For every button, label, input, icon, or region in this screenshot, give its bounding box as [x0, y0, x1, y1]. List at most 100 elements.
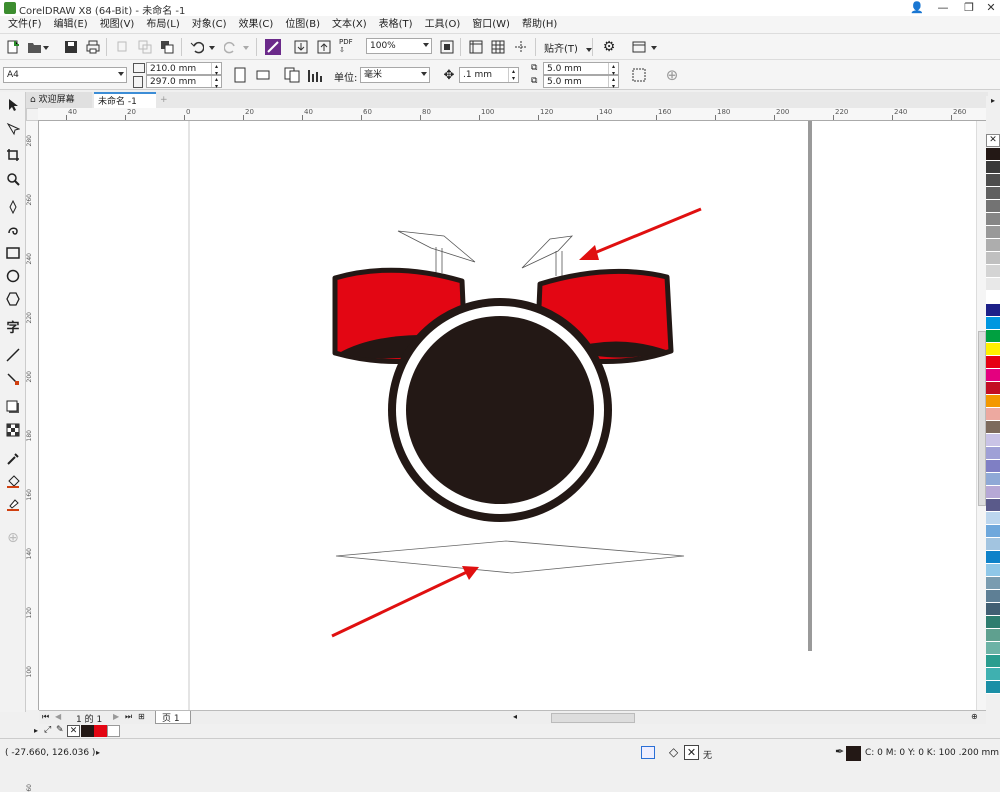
duplicate-x-input[interactable]: 5.0 mm ▴ ▾	[543, 62, 619, 77]
palette-swatch[interactable]	[986, 408, 1000, 421]
palette-swatch[interactable]	[986, 161, 1000, 174]
publish-pdf-icon[interactable]: PDF ⇩	[339, 38, 353, 54]
artistic-media-icon[interactable]	[4, 220, 22, 238]
spinner[interactable]: ▴ ▾	[211, 63, 221, 77]
palette-swatch[interactable]	[986, 395, 1000, 408]
palette-swatch[interactable]	[986, 512, 1000, 525]
tab-welcome-screen[interactable]: ⌂ 欢迎屏幕	[26, 92, 92, 108]
all-pages-icon[interactable]	[283, 66, 301, 84]
gear-icon[interactable]: ⚙	[600, 38, 618, 56]
spinner[interactable]: ▴ ▾	[608, 63, 618, 77]
search-content-icon[interactable]	[264, 38, 282, 56]
palette-swatch[interactable]	[986, 278, 1000, 291]
scroll-left-icon[interactable]: ◂	[513, 712, 525, 723]
cut-icon[interactable]	[114, 38, 132, 56]
undo-icon[interactable]	[188, 38, 206, 56]
palette-swatch[interactable]	[986, 603, 1000, 616]
page-size-dropdown[interactable]: A4	[3, 67, 127, 83]
paste-icon[interactable]	[158, 38, 176, 56]
palette-swatch[interactable]	[986, 317, 1000, 330]
add-page-icon[interactable]: ⊞	[138, 712, 145, 721]
palette-swatch[interactable]	[986, 356, 1000, 369]
palette-swatch[interactable]	[986, 187, 1000, 200]
vertical-scrollbar[interactable]	[976, 121, 986, 710]
add-tool-icon[interactable]: ⊕	[4, 529, 22, 547]
menu-layout[interactable]: 布局(L)	[140, 16, 185, 34]
first-page-icon[interactable]: ⏮	[42, 712, 49, 722]
fill-none-swatch[interactable]: ✕	[684, 745, 699, 760]
chevron-down-icon[interactable]	[243, 46, 249, 50]
export-icon[interactable]	[315, 38, 333, 56]
palette-swatch[interactable]	[986, 369, 1000, 382]
units-dropdown[interactable]: 毫米	[360, 67, 430, 83]
horizontal-ruler[interactable]: 40 20 0 20 40 60 80 100 120 140 160 180 200 220 240 260	[38, 108, 988, 121]
spinner[interactable]: ▴ ▾	[608, 76, 618, 90]
print-icon[interactable]	[84, 38, 102, 56]
palette-swatch[interactable]	[986, 343, 1000, 356]
smart-fill-icon[interactable]	[4, 496, 22, 514]
palette-swatch[interactable]	[986, 421, 1000, 434]
rectangle-tool-icon[interactable]	[4, 244, 22, 262]
vertical-ruler[interactable]: 2802602402202001801601401201008060	[26, 121, 39, 792]
menu-text[interactable]: 文本(X)	[326, 16, 373, 34]
no-color-swatch[interactable]: ✕	[67, 725, 80, 737]
snap-to-dropdown[interactable]: 贴齐(T)	[544, 40, 593, 55]
floor-base-shape[interactable]	[335, 540, 685, 574]
palette-swatch[interactable]	[986, 681, 1000, 694]
landscape-icon[interactable]	[254, 66, 272, 84]
horizontal-scroll-thumb[interactable]	[551, 713, 635, 723]
menu-effects[interactable]: 效果(C)	[233, 16, 280, 34]
menu-tools[interactable]: 工具(O)	[419, 16, 467, 34]
show-guidelines-icon[interactable]	[512, 38, 530, 56]
cymbal-right[interactable]	[521, 235, 574, 276]
color-proof-icon[interactable]	[641, 746, 655, 759]
portrait-icon[interactable]	[231, 66, 249, 84]
show-rulers-icon[interactable]	[467, 38, 485, 56]
tab-document[interactable]: 未命名 -1	[94, 92, 156, 108]
palette-swatch[interactable]	[986, 239, 1000, 252]
menu-view[interactable]: 视图(V)	[94, 16, 141, 34]
open-folder-icon[interactable]	[26, 38, 44, 56]
palette-swatch[interactable]	[986, 538, 1000, 551]
freehand-tool-icon[interactable]	[4, 198, 22, 216]
last-page-icon[interactable]: ⏭	[125, 712, 132, 722]
palette-swatch[interactable]	[986, 447, 1000, 460]
palette-swatch[interactable]	[986, 304, 1000, 317]
menu-bitmaps[interactable]: 位图(B)	[279, 16, 326, 34]
show-grid-icon[interactable]	[489, 38, 507, 56]
drop-shadow-icon[interactable]	[4, 398, 22, 416]
eyedropper-icon[interactable]	[4, 450, 22, 468]
interactive-fill-icon[interactable]	[4, 473, 22, 491]
outline-color-swatch[interactable]	[846, 746, 861, 761]
crop-tool-icon[interactable]	[4, 146, 22, 164]
spinner[interactable]: ▴ ▾	[211, 76, 221, 90]
spinner[interactable]: ▴ ▾	[508, 68, 518, 82]
ellipse-tool-icon[interactable]	[4, 267, 22, 285]
palette-scroll-up-icon[interactable]: ▸	[986, 96, 1000, 105]
document-swatch-red[interactable]	[94, 725, 107, 737]
palette-swatch[interactable]	[986, 499, 1000, 512]
document-swatch-black[interactable]	[81, 725, 94, 737]
palette-swatch[interactable]	[986, 252, 1000, 265]
palette-swatch[interactable]	[986, 330, 1000, 343]
connector-tool-icon[interactable]	[4, 370, 22, 388]
palette-swatch[interactable]	[986, 668, 1000, 681]
drawing-canvas[interactable]	[39, 121, 976, 710]
palette-swatch[interactable]	[986, 473, 1000, 486]
eyedropper-icon[interactable]: ⤢	[44, 725, 51, 735]
status-expand-icon[interactable]: ▸	[96, 748, 100, 757]
palette-swatch[interactable]	[986, 226, 1000, 239]
menu-table[interactable]: 表格(T)	[373, 16, 419, 34]
menu-edit[interactable]: 编辑(E)	[48, 16, 94, 34]
cymbal-left[interactable]	[397, 230, 476, 273]
add-icon[interactable]: ⊕	[663, 66, 681, 84]
palette-swatch[interactable]	[986, 148, 1000, 161]
palette-swatch[interactable]	[986, 525, 1000, 538]
prev-page-icon[interactable]: ◀	[55, 712, 61, 721]
palette-swatch[interactable]	[986, 460, 1000, 473]
menu-help[interactable]: 帮助(H)	[516, 16, 563, 34]
page-width-input[interactable]: 210.0 mm ▴ ▾	[146, 62, 222, 77]
palette-swatch[interactable]	[986, 590, 1000, 603]
page-tab[interactable]: 页 1	[155, 711, 191, 724]
chevron-down-icon[interactable]	[651, 46, 657, 50]
